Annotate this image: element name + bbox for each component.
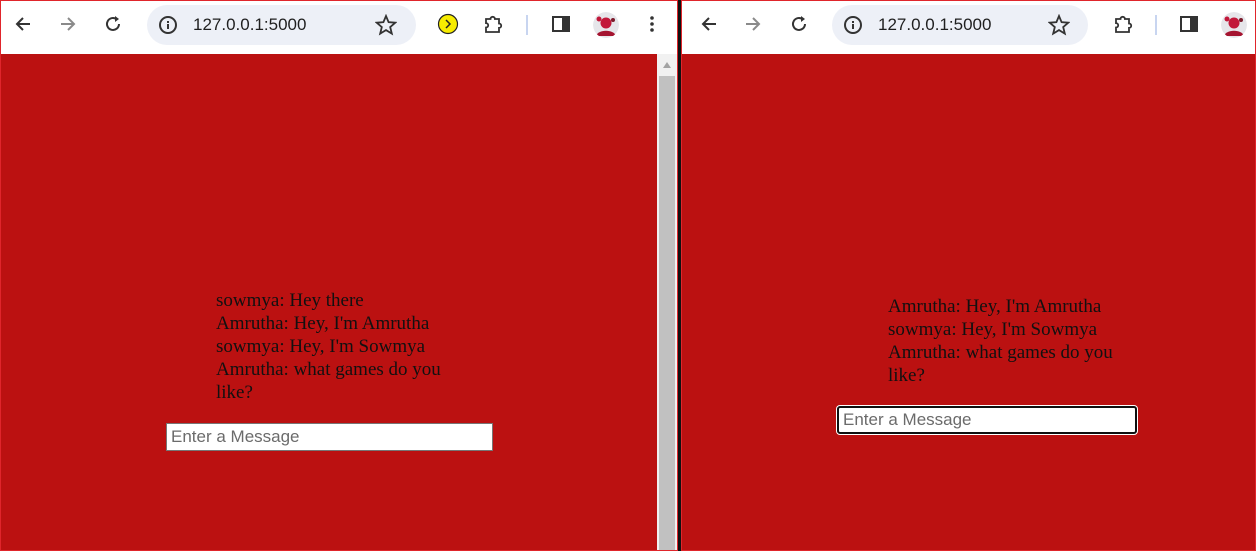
browser-window-left: 127.0.0.1:5000 sowmya: Hey there Amrutha… <box>0 0 678 551</box>
extension-button[interactable] <box>433 9 463 39</box>
yellow-extension-icon <box>437 13 459 35</box>
chat-message: Amrutha: Hey, I'm Amrutha <box>216 313 430 334</box>
profile-photo-icon <box>1221 12 1247 38</box>
profile-avatar[interactable] <box>593 12 619 38</box>
bookmark-star-icon[interactable] <box>1048 14 1070 36</box>
browser-toolbar: 127.0.0.1:5000 <box>682 1 1255 54</box>
reload-button[interactable] <box>98 9 128 39</box>
address-bar[interactable]: 127.0.0.1:5000 <box>832 5 1088 45</box>
forward-button[interactable] <box>53 9 83 39</box>
chat-messages: Amrutha: Hey, I'm Amrutha sowmya: Hey, I… <box>888 295 1150 387</box>
message-input[interactable] <box>166 423 493 451</box>
forward-arrow-icon <box>746 17 761 31</box>
extensions-menu-button[interactable] <box>478 9 508 39</box>
back-button[interactable] <box>8 9 38 39</box>
chat-message: Amrutha: what games do you like? <box>216 359 441 403</box>
page-content: Amrutha: Hey, I'm Amrutha sowmya: Hey, I… <box>682 54 1255 550</box>
side-panel-button[interactable] <box>1174 9 1204 39</box>
scrollbar-thumb[interactable] <box>659 76 675 550</box>
reload-button[interactable] <box>784 9 814 39</box>
kebab-menu-icon <box>650 16 654 32</box>
browser-menu-button[interactable] <box>637 9 667 39</box>
chat-message: sowmya: Hey, I'm Sowmya <box>216 336 426 357</box>
back-button[interactable] <box>694 9 724 39</box>
toolbar-separator <box>526 15 528 35</box>
forward-button[interactable] <box>738 9 768 39</box>
site-info-icon[interactable] <box>843 15 863 35</box>
profile-photo-icon <box>593 12 619 38</box>
back-arrow-icon <box>15 17 30 31</box>
message-input[interactable] <box>837 406 1137 434</box>
browser-window-right: 127.0.0.1:5000 Amrutha: Hey, I'm Amrutha… <box>681 0 1256 551</box>
puzzle-extensions-icon <box>1115 15 1133 33</box>
chat-message: Amrutha: Hey, I'm Amrutha <box>888 296 1102 317</box>
reload-icon <box>106 16 120 31</box>
url-text: 127.0.0.1:5000 <box>193 15 307 34</box>
scroll-up-icon <box>663 62 671 68</box>
toolbar-separator <box>1155 15 1157 35</box>
chat-message: Amrutha: what games do you like? <box>888 342 1113 386</box>
side-panel-button[interactable] <box>546 9 576 39</box>
page-content: sowmya: Hey there Amrutha: Hey, I'm Amru… <box>1 54 677 550</box>
address-bar[interactable]: 127.0.0.1:5000 <box>147 5 416 45</box>
vertical-scrollbar[interactable] <box>657 54 677 550</box>
chat-message: sowmya: Hey, I'm Sowmya <box>888 319 1098 340</box>
reload-icon <box>792 16 806 31</box>
forward-arrow-icon <box>61 17 76 31</box>
side-panel-icon <box>1180 16 1198 32</box>
bookmark-star-icon[interactable] <box>375 14 397 36</box>
back-arrow-icon <box>701 17 716 31</box>
site-info-icon[interactable] <box>158 15 178 35</box>
profile-avatar[interactable] <box>1221 12 1247 38</box>
scroll-up-arrow[interactable] <box>657 54 677 76</box>
chat-message: sowmya: Hey there <box>216 290 364 311</box>
extensions-menu-button[interactable] <box>1108 9 1138 39</box>
puzzle-extensions-icon <box>485 15 503 33</box>
url-text: 127.0.0.1:5000 <box>878 15 992 34</box>
browser-toolbar: 127.0.0.1:5000 <box>1 1 677 54</box>
chat-messages: sowmya: Hey there Amrutha: Hey, I'm Amru… <box>216 289 478 404</box>
side-panel-icon <box>552 16 570 32</box>
